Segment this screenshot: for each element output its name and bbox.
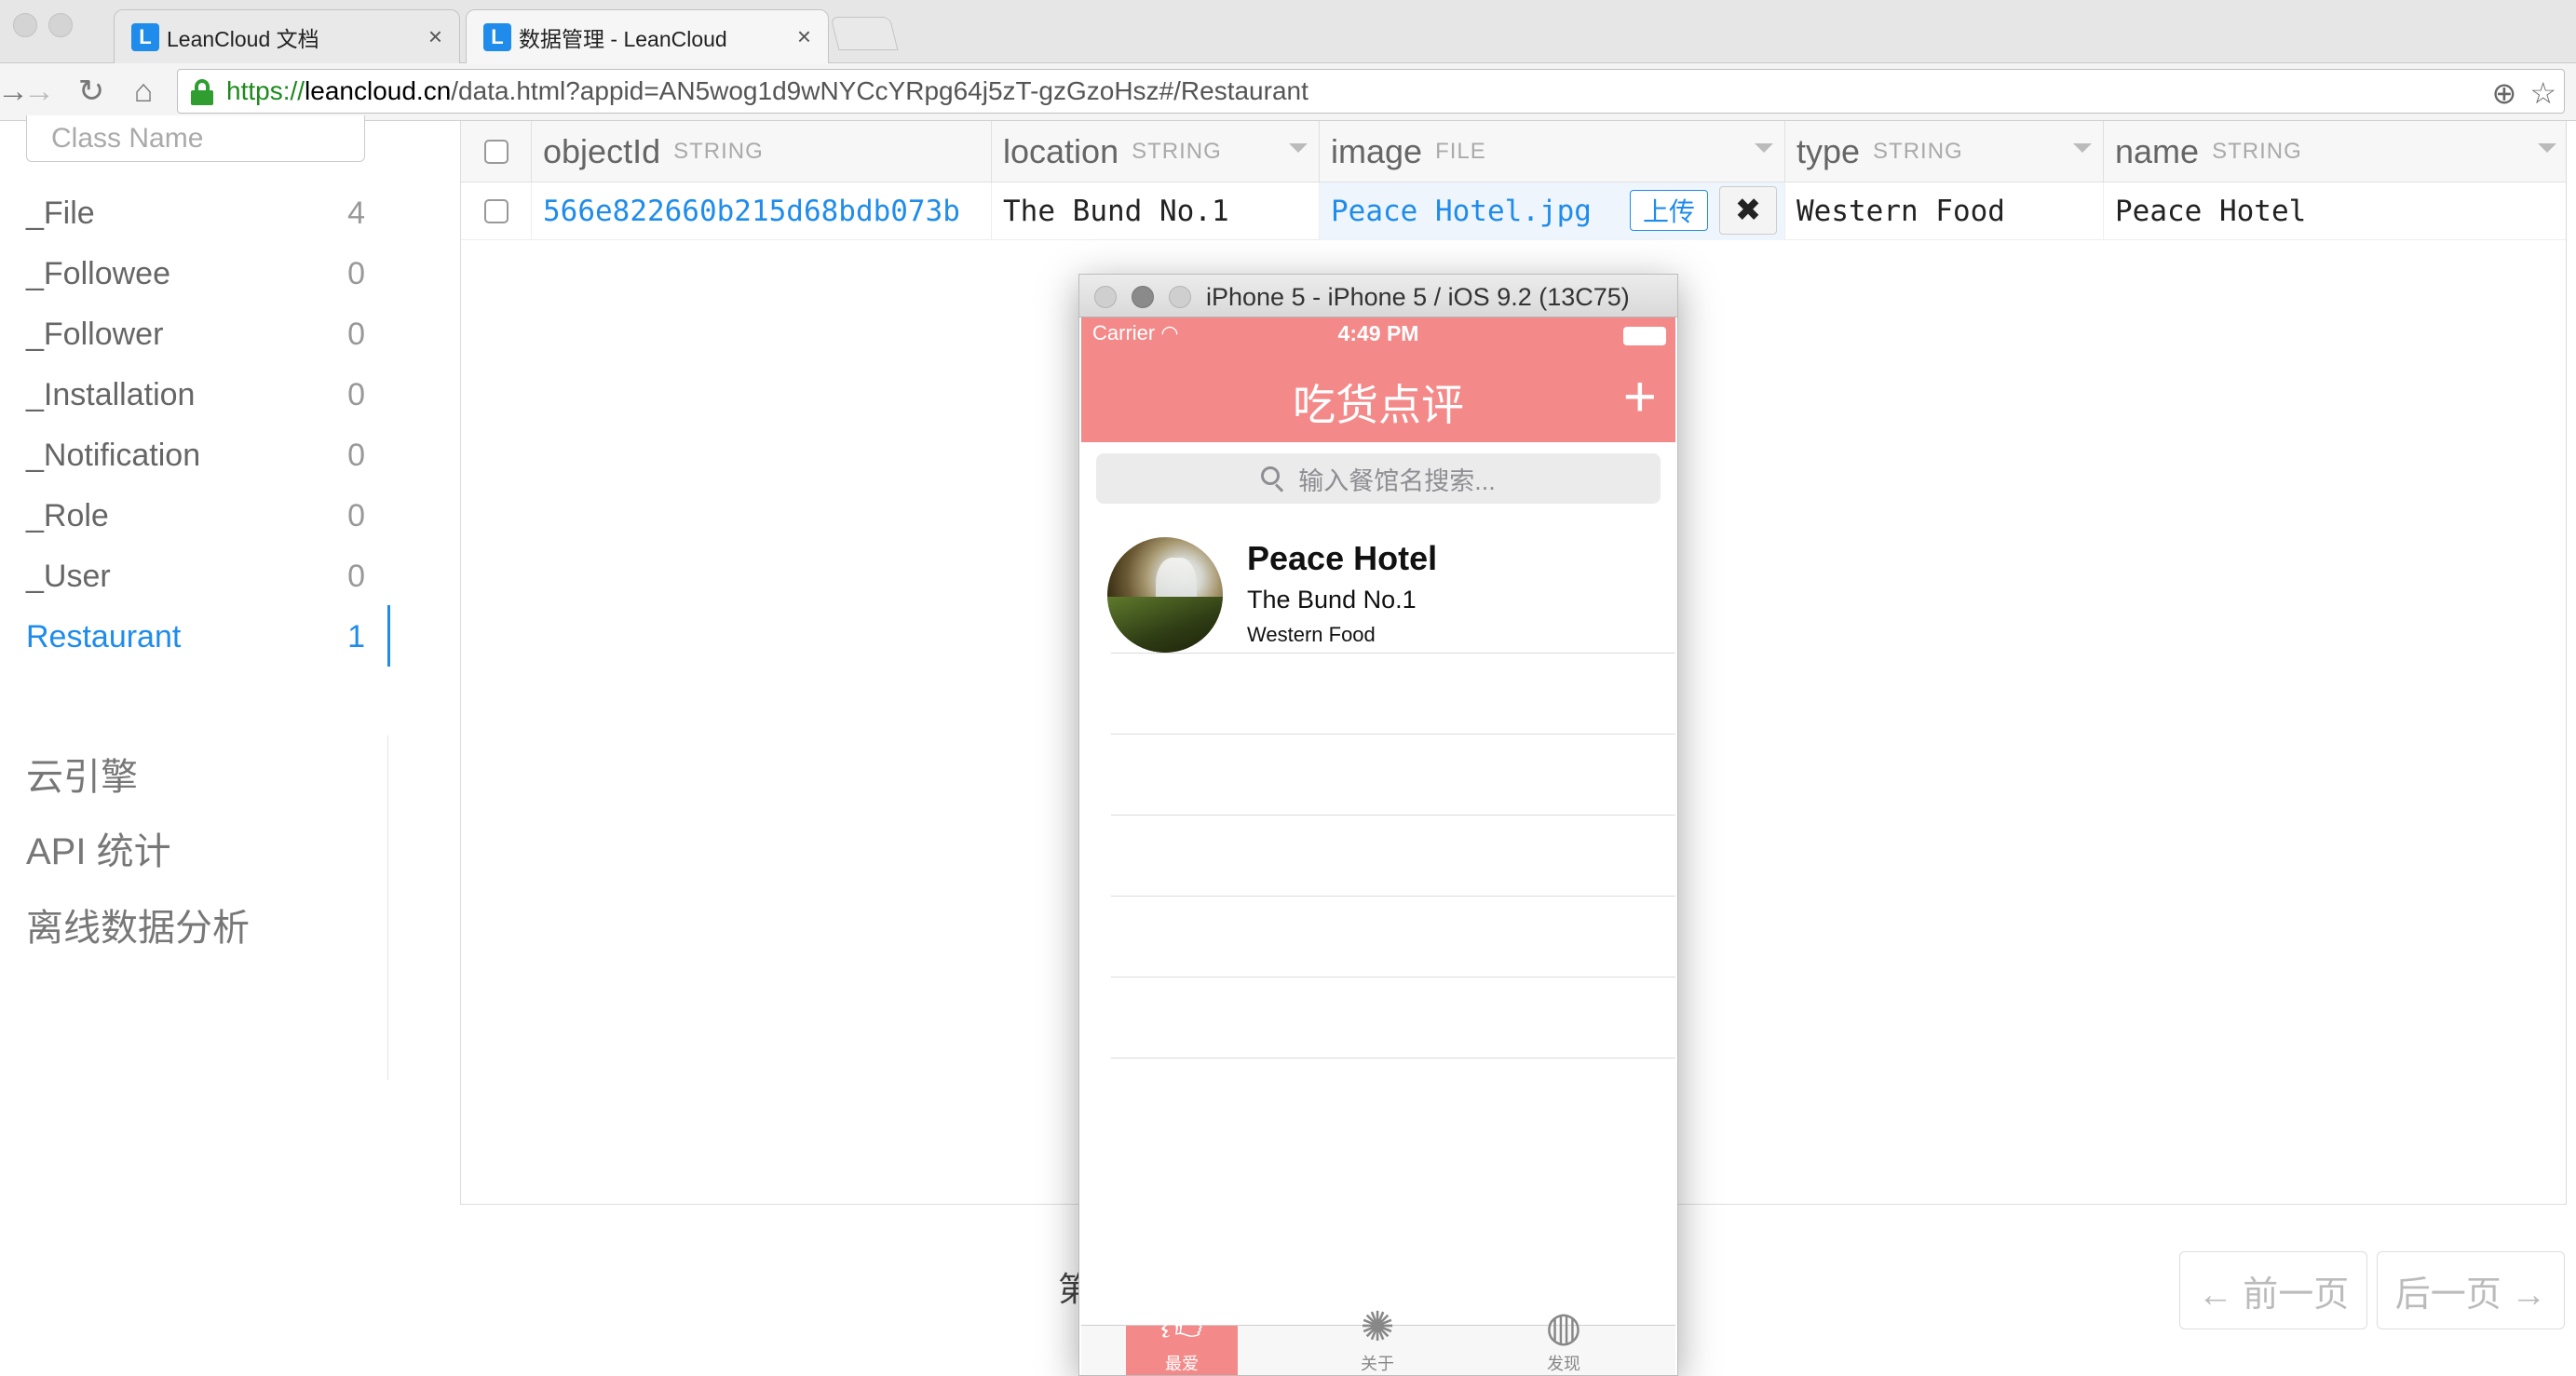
column-header-type[interactable]: type STRING bbox=[1785, 121, 2104, 182]
column-menu-caret-icon[interactable] bbox=[1755, 143, 1773, 153]
close-tab-icon[interactable]: × bbox=[797, 22, 811, 51]
sim-close-button[interactable] bbox=[1094, 286, 1117, 308]
select-all-checkbox[interactable] bbox=[483, 140, 508, 164]
column-header-location[interactable]: location STRING bbox=[992, 121, 1320, 182]
status-time: 4:49 PM bbox=[1337, 321, 1419, 345]
tab-leancloud-docs[interactable]: L LeanCloud 文档 × bbox=[114, 9, 460, 63]
class-item-installation[interactable]: _Installation 0 bbox=[26, 371, 365, 418]
column-header-objectid[interactable]: objectId STRING bbox=[532, 121, 992, 182]
class-item-follower[interactable]: _Follower 0 bbox=[26, 311, 365, 357]
forward-arrow-icon[interactable]: → bbox=[20, 73, 58, 110]
iphone-screen: Carrier ◠ 4:49 PM 吃货点评 + 输入餐馆名搜索... Peac… bbox=[1081, 317, 1675, 1375]
column-menu-caret-icon[interactable] bbox=[1289, 143, 1308, 153]
row-checkbox[interactable] bbox=[483, 199, 508, 223]
ball-icon: ◍ bbox=[1545, 1304, 1582, 1350]
simulator-titlebar: iPhone 5 - iPhone 5 / iOS 9.2 (13C75) bbox=[1079, 275, 1677, 317]
add-restaurant-button[interactable]: + bbox=[1623, 369, 1657, 426]
table-header: objectId STRING location STRING image FI… bbox=[461, 121, 2566, 182]
nav-cloud-engine[interactable]: 云引擎 bbox=[26, 747, 138, 801]
minimize-window-button[interactable] bbox=[48, 13, 73, 37]
upload-button[interactable]: 上传 bbox=[1630, 190, 1708, 231]
column-menu-caret-icon[interactable] bbox=[2073, 143, 2092, 153]
ios-tab-bar: 👍︎ 最爱 ✺ 关于 ◍ 发现 bbox=[1081, 1304, 1675, 1375]
app-title: 吃货点评 bbox=[1293, 380, 1464, 430]
cell-type[interactable]: Western Food bbox=[1785, 182, 2104, 240]
tab-title: 数据管理 - LeanCloud bbox=[519, 26, 727, 51]
list-separator bbox=[1111, 896, 1675, 897]
column-header-name[interactable]: name STRING bbox=[2104, 121, 2568, 182]
nav-offline-analysis[interactable]: 离线数据分析 bbox=[26, 897, 250, 951]
thumbs-up-icon: 👍︎ bbox=[1160, 1304, 1203, 1350]
tab-about[interactable]: ✺ 关于 bbox=[1322, 1304, 1433, 1375]
home-icon[interactable]: ⌂ bbox=[125, 73, 162, 110]
class-item-followee[interactable]: _Followee 0 bbox=[26, 250, 365, 297]
tab-favorites[interactable]: 👍︎ 最爱 bbox=[1126, 1304, 1238, 1375]
restaurant-location: The Bund No.1 bbox=[1247, 586, 1417, 614]
ios-simulator-window: iPhone 5 - iPhone 5 / iOS 9.2 (13C75) Ca… bbox=[1078, 274, 1678, 1376]
list-separator bbox=[1111, 815, 1675, 816]
list-item[interactable]: Peace Hotel The Bund No.1 Western Food bbox=[1081, 513, 1675, 653]
reload-icon[interactable]: ↻ bbox=[73, 73, 110, 110]
column-menu-caret-icon[interactable] bbox=[2538, 143, 2556, 153]
list-separator bbox=[1111, 1058, 1675, 1059]
class-item-restaurant[interactable]: Restaurant 1 bbox=[26, 614, 365, 660]
tab-title: LeanCloud 文档 bbox=[167, 26, 319, 51]
close-window-button[interactable] bbox=[13, 13, 37, 37]
column-header-image[interactable]: image FILE bbox=[1320, 121, 1785, 182]
leancloud-favicon-icon: L bbox=[483, 22, 511, 51]
address-bar[interactable]: https://leancloud.cn/data.html?appid=AN5… bbox=[177, 69, 2565, 114]
browser-tabbar: L LeanCloud 文档 × L 数据管理 - LeanCloud × bbox=[0, 0, 2576, 63]
new-tab-button[interactable] bbox=[830, 17, 899, 50]
lock-icon bbox=[191, 79, 213, 105]
class-item-role[interactable]: _Role 0 bbox=[26, 492, 365, 539]
next-page-button[interactable]: 后一页 → bbox=[2377, 1251, 2565, 1329]
hub-icon: ✺ bbox=[1360, 1304, 1395, 1350]
leancloud-favicon-icon: L bbox=[131, 22, 159, 51]
battery-icon bbox=[1623, 327, 1666, 345]
sim-minimize-button[interactable] bbox=[1132, 286, 1154, 308]
class-sidebar: Class Name _File 4 _Followee 0 _Follower… bbox=[0, 115, 391, 1080]
zoom-icon[interactable]: ⊕ bbox=[2492, 75, 2517, 111]
close-tab-icon[interactable]: × bbox=[428, 22, 442, 51]
search-icon bbox=[1261, 466, 1285, 492]
class-item-notification[interactable]: _Notification 0 bbox=[26, 432, 365, 479]
url-text: https://leancloud.cn/data.html?appid=AN5… bbox=[226, 76, 1308, 105]
cell-objectid[interactable]: 566e822660b215d68bdb073b bbox=[532, 182, 992, 240]
image-file-link[interactable]: Peace Hotel.jpg bbox=[1331, 195, 1592, 228]
browser-toolbar: → → ↻ ⌂ https://leancloud.cn/data.html?a… bbox=[0, 63, 2576, 121]
prev-page-button[interactable]: ← 前一页 bbox=[2179, 1251, 2367, 1329]
cell-location[interactable]: The Bund No.1 bbox=[992, 182, 1320, 240]
row-select-cell bbox=[461, 182, 532, 240]
class-name-search-input[interactable]: Class Name bbox=[26, 115, 365, 162]
list-separator bbox=[1111, 653, 1675, 654]
restaurant-search-input[interactable]: 输入餐馆名搜索... bbox=[1096, 453, 1661, 504]
search-bar-container: 输入餐馆名搜索... bbox=[1081, 442, 1675, 513]
delete-file-button[interactable]: ✖ bbox=[1719, 186, 1777, 235]
nav-api-stats[interactable]: API 统计 bbox=[26, 821, 171, 875]
active-class-indicator bbox=[387, 605, 390, 667]
sidebar-divider bbox=[387, 735, 388, 1080]
select-all-cell bbox=[461, 121, 532, 182]
restaurant-avatar bbox=[1107, 537, 1223, 653]
restaurant-type: Western Food bbox=[1247, 623, 1376, 646]
simulator-title: iPhone 5 - iPhone 5 / iOS 9.2 (13C75) bbox=[1206, 283, 1630, 311]
bookmark-star-icon[interactable]: ☆ bbox=[2529, 75, 2556, 111]
list-separator bbox=[1111, 734, 1675, 735]
cell-image[interactable]: Peace Hotel.jpg 上传 ✖ bbox=[1320, 182, 1785, 240]
tab-data-management[interactable]: L 数据管理 - LeanCloud × bbox=[466, 9, 829, 63]
app-navbar: 吃货点评 + bbox=[1081, 358, 1675, 442]
class-item-file[interactable]: _File 4 bbox=[26, 190, 365, 236]
class-item-user[interactable]: _User 0 bbox=[26, 553, 365, 600]
table-row: 566e822660b215d68bdb073b The Bund No.1 P… bbox=[461, 182, 2566, 240]
sim-zoom-button[interactable] bbox=[1169, 286, 1191, 308]
restaurant-name: Peace Hotel bbox=[1247, 539, 1438, 577]
ios-status-bar: Carrier ◠ 4:49 PM bbox=[1081, 317, 1675, 358]
cell-name[interactable]: Peace Hotel bbox=[2104, 182, 2568, 240]
tab-discover[interactable]: ◍ 发现 bbox=[1508, 1304, 1620, 1375]
list-separator bbox=[1111, 977, 1675, 978]
